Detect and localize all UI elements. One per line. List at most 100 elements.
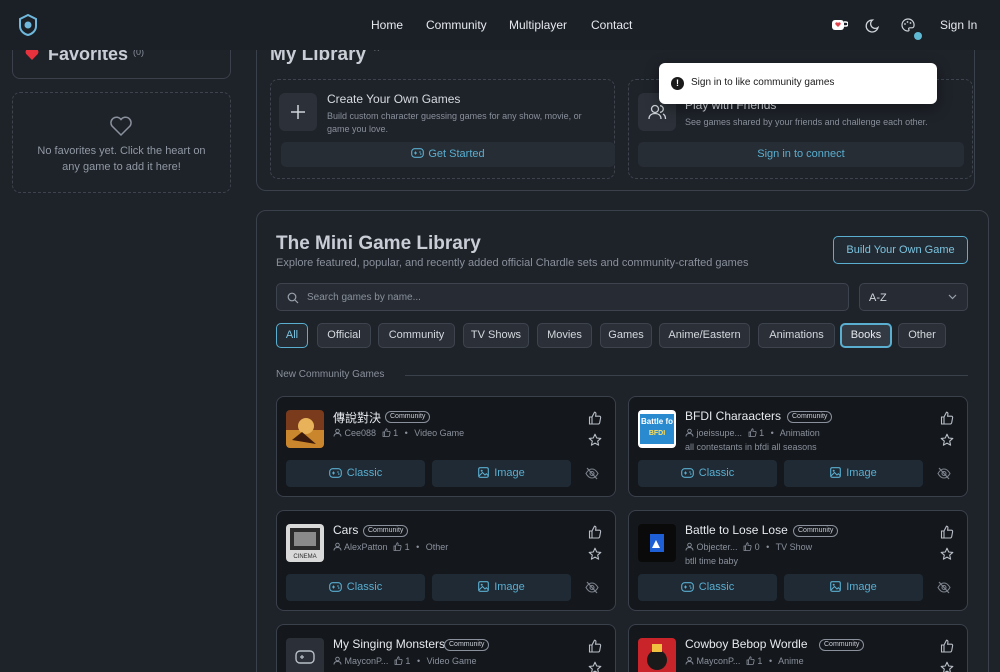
palette-icon[interactable] [899,16,917,34]
meta-separator: • [416,542,420,552]
filter-tv-shows[interactable]: TV Shows [463,323,529,348]
classic-button[interactable]: Classic [638,574,777,601]
eye-off-icon[interactable] [585,467,599,480]
sort-select[interactable]: A-Z [859,283,968,311]
game-author[interactable]: MayconP... [345,656,389,666]
eye-off-icon[interactable] [937,581,951,594]
get-started-button[interactable]: Get Started [281,142,615,167]
community-badge: Community [793,525,839,537]
game-likes: 1 [404,542,410,552]
svg-text:CINEMA: CINEMA [293,554,316,560]
image-button[interactable]: Image [432,574,571,601]
thumbs-up-small-icon [393,542,402,551]
game-card[interactable]: My Singing Monsters Community MayconP...… [276,624,616,672]
game-card[interactable]: Battle to Lose Lose Community Objecter..… [628,510,968,611]
filter-games[interactable]: Games [600,323,652,348]
community-badge: Community [819,639,865,651]
game-author[interactable]: Objecter... [697,542,738,552]
game-meta: joeissupe... 1 • Animation [685,428,820,438]
image-button[interactable]: Image [432,460,571,487]
thumbs-up-icon[interactable] [588,639,602,653]
image-label: Image [494,581,525,593]
eye-off-icon[interactable] [937,467,951,480]
filter-all[interactable]: All [276,323,308,348]
game-card[interactable]: CINEMA Cars Community AlexPatton 1 • Oth… [276,510,616,611]
game-card[interactable]: 傳說對決 Community Cee088 1 • Video Game Cla… [276,396,616,497]
filter-community[interactable]: Community [378,323,455,348]
classic-button[interactable]: Classic [638,460,777,487]
filter-official[interactable]: Official [317,323,371,348]
meta-separator: • [768,656,773,666]
image-label: Image [846,581,877,593]
thumbs-up-icon[interactable] [940,525,954,539]
sign-in-connect-button[interactable]: Sign in to connect [638,142,964,167]
thumbs-up-icon[interactable] [588,525,602,539]
gamepad-icon [680,468,694,478]
game-author[interactable]: Cee088 [345,428,377,438]
filter-movies[interactable]: Movies [537,323,592,348]
classic-button[interactable]: Classic [286,460,425,487]
user-icon [333,542,342,551]
thumbs-up-small-icon [748,428,757,437]
classic-label: Classic [698,581,735,593]
classic-label: Classic [698,467,735,479]
search-input[interactable] [307,289,837,306]
filter-other[interactable]: Other [898,323,946,348]
nav-multiplayer[interactable]: Multiplayer [509,18,567,32]
image-button[interactable]: Image [784,460,923,487]
game-title: BFDI Charaacters [685,409,782,423]
ko-fi-cup-icon[interactable] [830,16,848,34]
game-category: TV Show [775,542,813,552]
game-likes: 1 [405,656,411,666]
user-icon [685,428,694,437]
nav-home[interactable]: Home [371,18,403,32]
moon-icon[interactable] [865,16,883,34]
mini-library-title: The Mini Game Library [276,233,481,254]
star-icon[interactable] [940,661,954,672]
game-thumbnail [638,524,676,562]
star-icon[interactable] [588,433,602,447]
classic-button[interactable]: Classic [286,574,425,601]
logo-icon[interactable] [18,14,38,36]
game-meta: AlexPatton 1 • Other [333,542,448,552]
search-icon [287,292,299,304]
game-category: Other [425,542,449,552]
user-icon [685,656,694,665]
game-category: Animation [779,428,820,438]
friends-desc: See games shared by your friends and cha… [685,117,928,127]
mini-library-subtitle: Explore featured, popular, and recently … [276,257,749,269]
star-icon[interactable] [588,547,602,561]
game-card[interactable]: Cowboy Bebop Wordle Community MayconP...… [628,624,968,672]
game-thumbnail [286,638,324,672]
star-icon[interactable] [940,547,954,561]
game-description: btll time baby [685,556,739,566]
filter-animations[interactable]: Animations [758,323,835,348]
image-button[interactable]: Image [784,574,923,601]
nav-contact[interactable]: Contact [591,18,632,32]
star-icon[interactable] [588,661,602,672]
game-author[interactable]: MayconP... [697,656,741,666]
classic-label: Classic [346,467,383,479]
gamepad-icon [680,582,694,592]
gamepad-icon [328,582,342,592]
star-icon[interactable] [940,433,954,447]
thumbs-up-icon[interactable] [588,411,602,425]
filter-anime-eastern[interactable]: Anime/Eastern [659,323,750,348]
filter-books[interactable]: Books [840,323,892,348]
svg-text:BFDI: BFDI [649,430,665,437]
game-author[interactable]: joeissupe... [697,428,743,438]
eye-off-icon[interactable] [585,581,599,594]
game-category: Anime [778,656,804,666]
sign-in-link[interactable]: Sign In [940,18,977,32]
nav-community[interactable]: Community [426,18,487,32]
alert-icon: ! [671,77,684,90]
game-author[interactable]: AlexPatton [344,542,388,552]
build-your-own-game-button[interactable]: Build Your Own Game [833,236,968,264]
create-games-desc: Build custom character guessing games fo… [327,111,582,134]
thumbs-up-icon[interactable] [940,411,954,425]
user-icon [333,428,342,437]
game-card[interactable]: Battle fo BFDI BFDI Charaacters Community… [628,396,968,497]
game-title: My Singing Monsters [333,637,446,651]
thumbs-up-icon[interactable] [940,639,954,653]
thumbs-up-small-icon [743,542,752,551]
